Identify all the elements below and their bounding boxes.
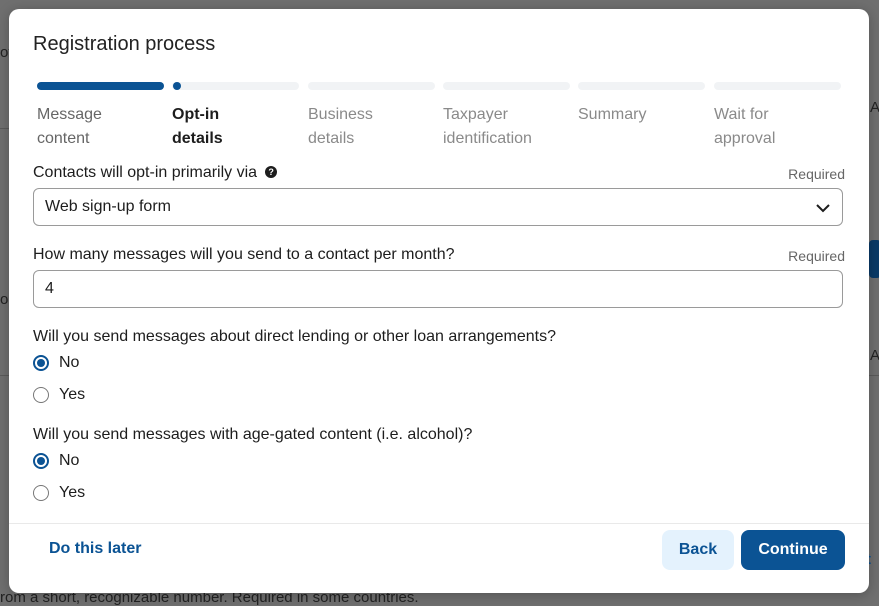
do-this-later-button[interactable]: Do this later bbox=[49, 540, 141, 558]
step-label: Message content bbox=[37, 106, 102, 147]
lending-no-option[interactable]: No bbox=[33, 352, 79, 374]
current-step-dot bbox=[173, 82, 181, 90]
radio-unchecked[interactable] bbox=[33, 387, 49, 403]
required-indicator: Required bbox=[788, 166, 845, 182]
required-indicator: Required bbox=[788, 248, 845, 264]
radio-checked[interactable] bbox=[33, 453, 49, 469]
age-gated-question-label: Will you send messages with age-gated co… bbox=[33, 426, 473, 443]
step-bar bbox=[443, 82, 570, 90]
step-wait-for-approval: Wait for approval bbox=[714, 82, 841, 151]
question-circle-icon[interactable]: ? bbox=[265, 166, 278, 178]
radio-label: Yes bbox=[59, 484, 86, 501]
radio-label: No bbox=[59, 452, 80, 469]
lending-question-label: Will you send messages about direct lend… bbox=[33, 328, 556, 345]
step-label: Opt-in details bbox=[172, 106, 223, 147]
step-bar bbox=[308, 82, 435, 90]
modal-title: Registration process bbox=[33, 33, 216, 55]
bg-divider bbox=[869, 375, 879, 376]
chevron-down-icon bbox=[816, 204, 830, 213]
bg-text-fragment: o bbox=[0, 291, 9, 308]
continue-button[interactable]: Continue bbox=[741, 530, 845, 570]
radio-label: Yes bbox=[59, 386, 86, 403]
input-value: 4 bbox=[45, 280, 54, 297]
registration-modal: Registration process Message content Opt-… bbox=[9, 9, 869, 593]
step-bar bbox=[714, 82, 841, 90]
radio-unchecked[interactable] bbox=[33, 485, 49, 501]
bg-divider bbox=[0, 375, 9, 376]
bg-text-fragment: A bbox=[870, 347, 879, 364]
footer-divider bbox=[9, 523, 869, 524]
age-gated-yes-option[interactable]: Yes bbox=[33, 482, 85, 504]
optin-label: Contacts will opt-in primarily via? bbox=[33, 164, 278, 182]
radio-label: No bbox=[59, 354, 80, 371]
select-value: Web sign-up form bbox=[45, 198, 171, 215]
bg-text-fragment: A bbox=[870, 99, 879, 116]
step-label: Summary bbox=[578, 106, 647, 123]
step-business-details: Business details bbox=[308, 82, 435, 151]
age-gated-no-option[interactable]: No bbox=[33, 450, 79, 472]
bg-button bbox=[869, 240, 879, 278]
messages-per-month-label: How many messages will you send to a con… bbox=[33, 246, 455, 263]
step-label: Taxpayer identification bbox=[443, 106, 532, 147]
back-button[interactable]: Back bbox=[662, 530, 734, 570]
progress-stepper: Message content Opt-in details Business det… bbox=[37, 82, 842, 152]
step-bar bbox=[37, 82, 164, 90]
step-taxpayer-identification: Taxpayer identification bbox=[443, 82, 570, 151]
radio-checked[interactable] bbox=[33, 355, 49, 371]
step-summary: Summary bbox=[578, 82, 705, 127]
step-message-content: Message content bbox=[37, 82, 164, 151]
lending-yes-option[interactable]: Yes bbox=[33, 384, 85, 406]
step-bar bbox=[578, 82, 705, 90]
step-label: Business details bbox=[308, 106, 373, 147]
messages-per-month-input[interactable]: 4 bbox=[33, 270, 843, 308]
optin-method-select[interactable]: Web sign-up form bbox=[33, 188, 843, 226]
step-opt-in-details: Opt-in details bbox=[172, 82, 299, 151]
step-label: Wait for approval bbox=[714, 106, 776, 147]
step-bar bbox=[172, 82, 299, 90]
bg-divider bbox=[0, 128, 9, 129]
